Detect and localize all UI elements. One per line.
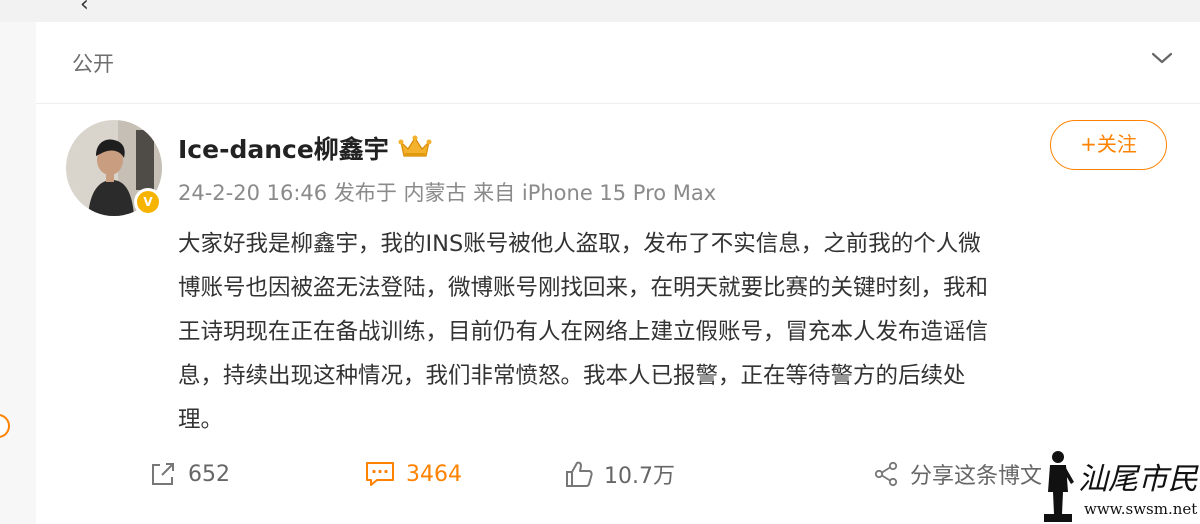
repost-button[interactable]: 652: [148, 458, 230, 490]
thumbs-up-icon: [566, 461, 593, 487]
like-button[interactable]: 10.7万: [564, 458, 675, 490]
top-nav-remnant: ‹: [0, 0, 1200, 22]
visibility-row[interactable]: 公开: [36, 22, 1200, 104]
author-name[interactable]: Ice-dance柳鑫宇: [178, 130, 389, 166]
visibility-label: 公开: [72, 52, 114, 76]
post-line: 博账号也因被盗无法登陆，微博账号刚找回来，在明天就要比赛的关键时刻，我和: [178, 275, 989, 301]
follow-button[interactable]: +关注: [1050, 120, 1167, 170]
comment-icon: [366, 462, 394, 486]
sidebar-circle-icon[interactable]: [0, 414, 10, 438]
post-meta: 24-2-20 16:46 发布于 内蒙古 来自 iPhone 15 Pro M…: [178, 181, 717, 205]
crown-badge-icon: [398, 135, 432, 157]
action-bar: 652 3464 10.7万 分享这条博文: [36, 450, 1200, 498]
watermark-url: www.swsm.net: [1084, 500, 1198, 518]
comment-count: 3464: [406, 461, 462, 487]
statue-logo-icon: [1044, 451, 1074, 522]
watermark-title: 汕尾市民网: [1078, 462, 1200, 497]
post-line: 息，持续出现这种情况，我们非常愤怒。我本人已报警，正在等待警方的后续处: [178, 363, 966, 389]
repost-count: 652: [188, 461, 230, 487]
post-line: 大家好我是柳鑫宇，我的INS账号被他人盗取，发布了不实信息，之前我的个人微: [178, 231, 981, 257]
repost-icon: [152, 463, 174, 485]
back-remnant: ‹: [80, 0, 89, 17]
like-count: 10.7万: [604, 464, 675, 489]
share-button[interactable]: 分享这条博文: [872, 458, 1042, 490]
weibo-post-card: 公开 V Ice-dance柳鑫宇 24-2-20 16:46 发布于 内蒙古 …: [36, 22, 1200, 524]
chevron-down-icon[interactable]: [1150, 50, 1174, 66]
verified-badge-icon: V: [134, 188, 162, 216]
share-label: 分享这条博文: [910, 464, 1043, 489]
left-sidebar-edge: [0, 22, 36, 524]
post-content: 大家好我是柳鑫宇，我的INS账号被他人盗取，发布了不实信息，之前我的个人微 博账…: [178, 222, 1178, 442]
post-line: 王诗玥现在正在备战训练，目前仍有人在网络上建立假账号，冒充本人发布造谣信: [178, 319, 989, 345]
site-watermark: 汕尾市民网 www.swsm.net: [1038, 444, 1200, 524]
comment-button[interactable]: 3464: [364, 458, 462, 490]
share-icon: [874, 461, 898, 487]
post-line: 理。: [178, 407, 224, 433]
